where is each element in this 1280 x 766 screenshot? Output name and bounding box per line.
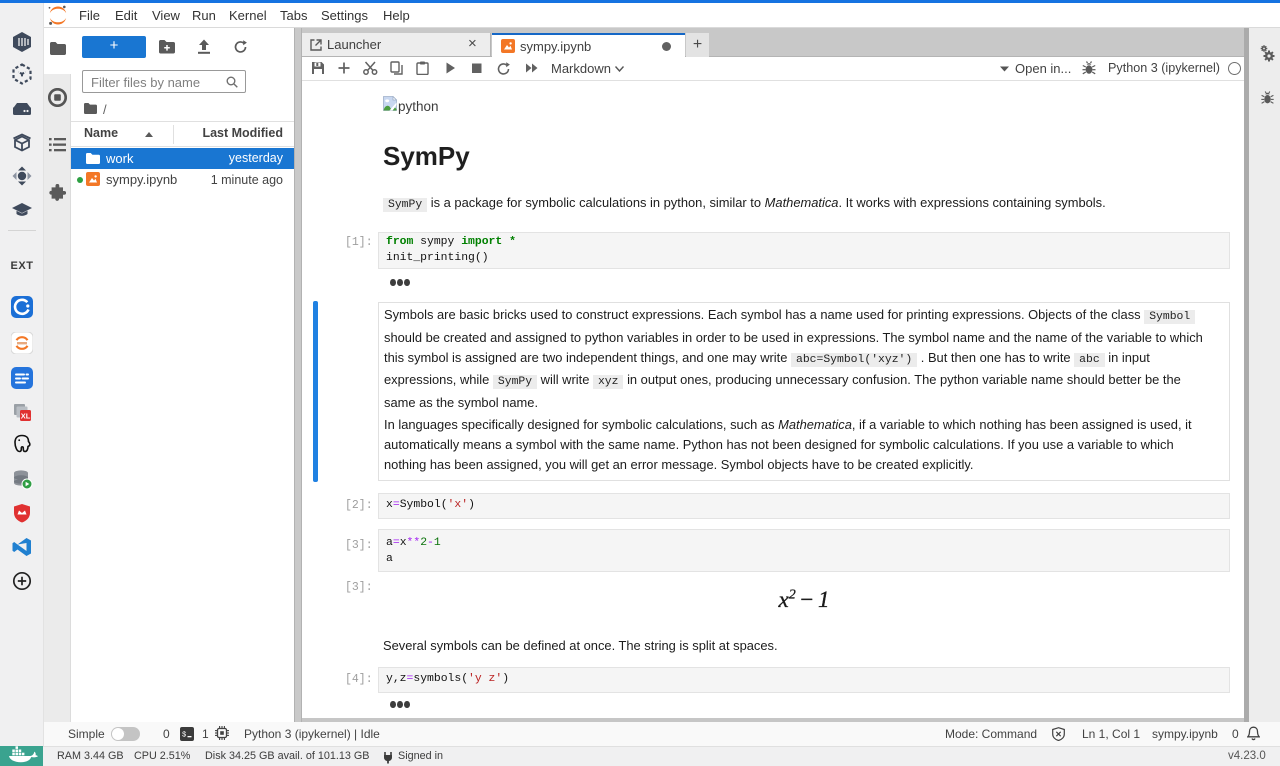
svg-text:XL: XL — [21, 411, 31, 420]
svg-text:$: $ — [182, 732, 186, 740]
